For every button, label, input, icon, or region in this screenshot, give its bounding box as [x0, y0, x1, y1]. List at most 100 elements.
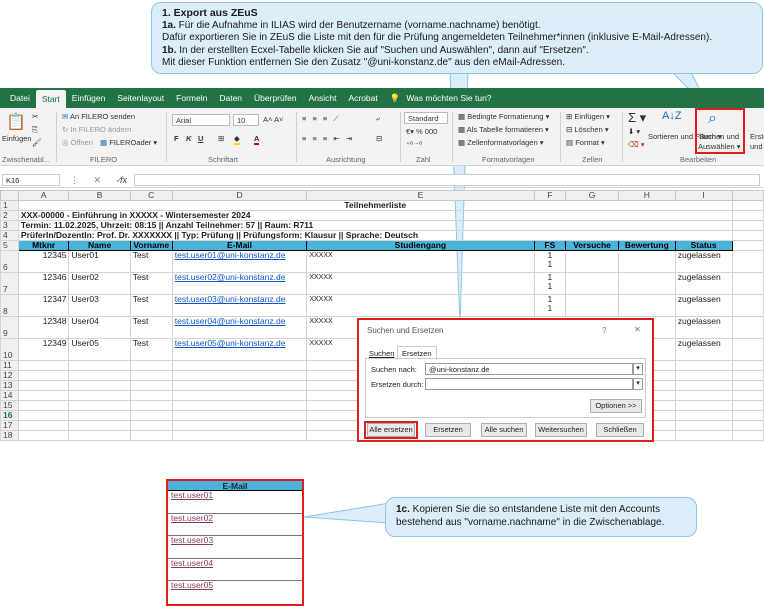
- cell-fs[interactable]: 11: [533, 294, 567, 317]
- find-next-button[interactable]: Weitersuchen: [535, 423, 587, 437]
- close-button[interactable]: Schließen: [596, 423, 644, 437]
- column-header[interactable]: C: [129, 190, 173, 201]
- header-bewertung[interactable]: Bewertung: [617, 240, 676, 251]
- cell-name[interactable]: User05: [68, 338, 131, 361]
- tab-seitenlayout[interactable]: Seitenlayout: [111, 88, 170, 108]
- column-header[interactable]: B: [68, 190, 131, 201]
- column-header[interactable]: A: [17, 190, 70, 201]
- close-icon[interactable]: ✕: [634, 325, 641, 334]
- magnifier-icon[interactable]: ⌕: [708, 110, 717, 128]
- insert-cells-button[interactable]: ⊞ Einfügen ▾: [566, 112, 610, 121]
- border-icon[interactable]: ⊞: [218, 134, 224, 143]
- filero-change-button[interactable]: ↻ In FILERO ändern: [62, 125, 131, 134]
- row-header[interactable]: 11: [0, 360, 19, 371]
- underline-button[interactable]: U: [198, 134, 203, 143]
- select-all-corner[interactable]: [0, 190, 19, 201]
- tab-ansicht[interactable]: Ansicht: [303, 88, 343, 108]
- header-fs[interactable]: FS: [533, 240, 567, 251]
- column-header[interactable]: I: [674, 190, 733, 201]
- align-icons[interactable]: ≡ ≡ ≡ ⇤ ⇥: [302, 134, 354, 143]
- row-header[interactable]: 3: [0, 220, 19, 231]
- cell-mtknr[interactable]: 12346: [17, 272, 70, 295]
- filero-open-button[interactable]: ◎ Öffnen: [62, 138, 93, 147]
- replace-input[interactable]: [425, 378, 633, 390]
- font-name-select[interactable]: Arial: [172, 114, 230, 126]
- row-header[interactable]: 5: [0, 240, 19, 251]
- cell-fs[interactable]: 11: [533, 250, 567, 273]
- cell-email[interactable]: test.user05@uni-konstanz.de: [171, 338, 308, 361]
- autosum-icon[interactable]: Σ ▾: [628, 110, 646, 126]
- cell-vorname[interactable]: Test: [129, 294, 173, 317]
- column-header[interactable]: E: [306, 190, 535, 201]
- fill-icon[interactable]: ⬇ ▾: [628, 127, 640, 136]
- cell-vorname[interactable]: Test: [129, 338, 173, 361]
- cond-format-button[interactable]: ▦ Bedingte Formatierung ▾: [458, 112, 549, 121]
- tab-start[interactable]: Start: [35, 90, 66, 108]
- italic-button[interactable]: K: [186, 134, 191, 143]
- formula-input[interactable]: [134, 174, 760, 186]
- cell-name[interactable]: User02: [68, 272, 131, 295]
- sort-filter-icon[interactable]: A↓Z: [662, 110, 682, 122]
- cell-mtknr[interactable]: 12349: [17, 338, 70, 361]
- cell-mtknr[interactable]: 12348: [17, 316, 70, 339]
- list-item[interactable]: test.user02: [168, 513, 302, 536]
- cell-vorname[interactable]: Test: [129, 272, 173, 295]
- find-select-label-1[interactable]: Suchen und: [699, 132, 739, 141]
- cell-mtknr[interactable]: 12345: [17, 250, 70, 273]
- row-header[interactable]: 17: [0, 420, 19, 431]
- header-studiengang[interactable]: Studiengang: [306, 240, 535, 251]
- row-header[interactable]: 15: [0, 400, 19, 411]
- options-button[interactable]: Optionen >>: [590, 399, 642, 413]
- sheet-title[interactable]: Teilnehmerliste: [17, 200, 733, 211]
- paste-icon[interactable]: 📋: [6, 112, 26, 132]
- tab-einfuegen[interactable]: Einfügen: [66, 88, 112, 108]
- cell-status[interactable]: zugelassen: [674, 316, 733, 339]
- row-header[interactable]: 9: [0, 316, 19, 339]
- wrap-text-icon[interactable]: ⤶: [376, 114, 380, 124]
- decimal-icons[interactable]: ⁺⁰ ⁻⁰: [406, 140, 422, 149]
- row-header[interactable]: 14: [0, 390, 19, 401]
- clear-icon[interactable]: ⌫ ▾: [628, 140, 644, 149]
- tab-acrobat[interactable]: Acrobat: [342, 88, 383, 108]
- header-status[interactable]: Status: [674, 240, 733, 251]
- row-header[interactable]: 4: [0, 230, 19, 241]
- cell-vorname[interactable]: Test: [129, 250, 173, 273]
- list-item[interactable]: test.user03: [168, 536, 302, 559]
- bold-button[interactable]: F: [174, 134, 179, 143]
- cell-status[interactable]: zugelassen: [674, 294, 733, 317]
- cell-styles-button[interactable]: ▦ Zellenformatvorlagen ▾: [458, 138, 544, 147]
- font-color-icon[interactable]: A: [254, 134, 260, 145]
- row-header[interactable]: 12: [0, 370, 19, 381]
- list-item[interactable]: test.user05: [168, 581, 302, 604]
- help-icon[interactable]: ?: [602, 326, 606, 335]
- name-box[interactable]: K16: [2, 174, 60, 186]
- paste-button[interactable]: Einfügen: [2, 134, 32, 143]
- tab-datei[interactable]: Datei: [4, 88, 36, 108]
- header-email[interactable]: E-Mail: [171, 240, 308, 251]
- filero-loader-button[interactable]: ▦ FILEROader ▾: [100, 138, 157, 147]
- cell-email[interactable]: test.user02@uni-konstanz.de: [171, 272, 308, 295]
- format-cells-button[interactable]: ▤ Format ▾: [566, 138, 605, 147]
- cell-fs[interactable]: 11: [533, 272, 567, 295]
- find-all-button[interactable]: Alle suchen: [481, 423, 527, 437]
- row-header[interactable]: 8: [0, 294, 19, 317]
- cell-name[interactable]: User04: [68, 316, 131, 339]
- cell-name[interactable]: User01: [68, 250, 131, 273]
- column-header[interactable]: [731, 190, 764, 201]
- header-vorname[interactable]: Vorname: [129, 240, 173, 251]
- tab-daten[interactable]: Daten: [213, 88, 248, 108]
- table-format-button[interactable]: ▦ Als Tabelle formatieren ▾: [458, 125, 549, 134]
- font-size-select[interactable]: 10: [233, 114, 259, 126]
- row-header[interactable]: 1: [0, 200, 19, 211]
- row-header[interactable]: 2: [0, 210, 19, 221]
- cell-name[interactable]: User03: [68, 294, 131, 317]
- cell-status[interactable]: zugelassen: [674, 250, 733, 273]
- header-name[interactable]: Name: [68, 240, 131, 251]
- row-header[interactable]: 7: [0, 272, 19, 295]
- filero-send-button[interactable]: ✉ An FILERO senden: [62, 112, 135, 121]
- row-header[interactable]: 18: [0, 430, 19, 441]
- currency-icon[interactable]: €▾ % 000: [406, 127, 437, 136]
- column-header[interactable]: G: [565, 190, 619, 201]
- row-header[interactable]: 16: [0, 410, 19, 421]
- list-item[interactable]: test.user01: [168, 491, 302, 514]
